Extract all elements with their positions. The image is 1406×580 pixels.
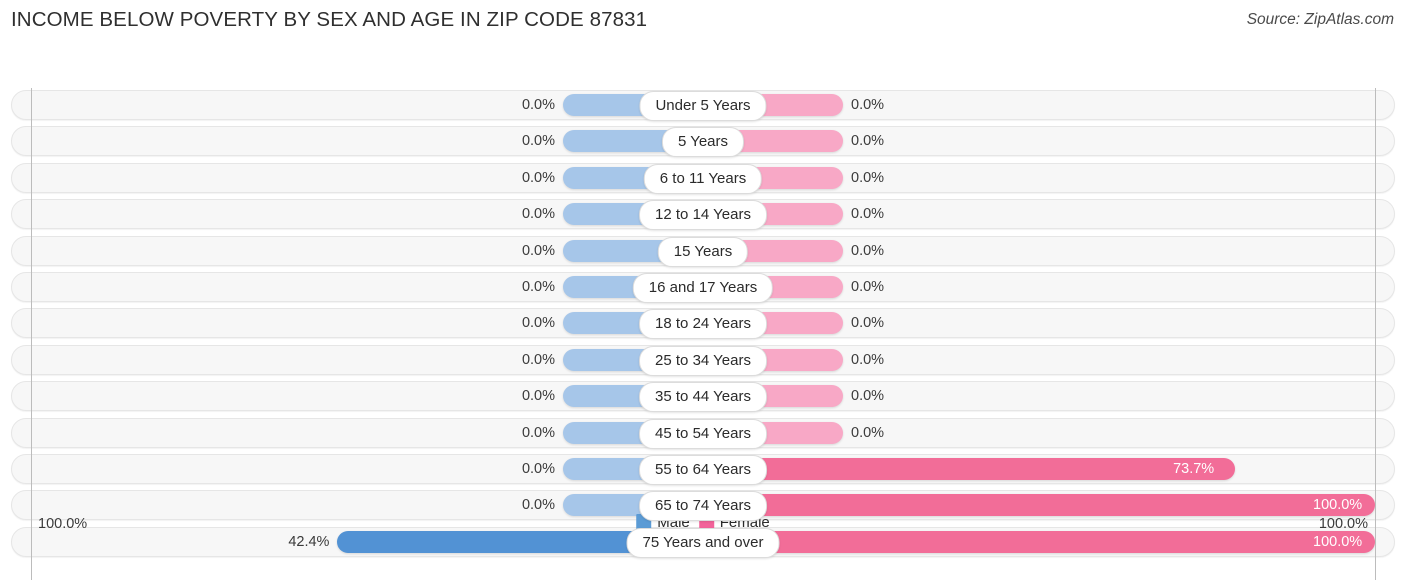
male-value-label: 0.0% (521, 351, 555, 368)
male-value-label: 0.0% (521, 424, 555, 441)
male-value-label: 0.0% (521, 133, 555, 150)
female-value-label: 73.7% (1173, 460, 1215, 477)
bar-row: 0.0% 0.0% Under 5 Years (0, 90, 1406, 121)
category-label[interactable]: 16 and 17 Years (632, 272, 774, 303)
chart-plot-area: 0.0% 0.0% Under 5 Years 0.0% 0.0% 5 Years 0.0%… (0, 40, 1406, 580)
male-value-label: 0.0% (521, 206, 555, 223)
category-label[interactable]: 45 to 54 Years (639, 418, 767, 449)
bar-row: 0.0% 0.0% 25 to 34 Years (0, 344, 1406, 376)
bar-row: 0.0% 73.7% 55 to 64 Years (0, 453, 1406, 485)
male-value-label: 0.0% (521, 460, 555, 477)
male-value-label: 0.0% (521, 388, 555, 405)
category-label[interactable]: 65 to 74 Years (639, 491, 767, 522)
male-value-label: 0.0% (521, 242, 555, 259)
category-label[interactable]: 35 to 44 Years (639, 382, 767, 413)
female-value-label: 0.0% (851, 278, 885, 295)
category-label[interactable]: 25 to 34 Years (639, 345, 767, 376)
female-bar[interactable] (703, 457, 1236, 480)
male-value-label: 0.0% (521, 278, 555, 295)
female-value-label: 0.0% (851, 169, 885, 186)
male-value-label: 0.0% (521, 97, 555, 113)
female-value-label: 0.0% (851, 133, 885, 150)
category-label[interactable]: 15 Years (657, 236, 749, 267)
female-value-label: 0.0% (851, 206, 885, 223)
axis-label-left: 100.0% (38, 516, 88, 532)
category-label[interactable]: 5 Years (661, 127, 745, 158)
bar-row: 0.0% 0.0% 12 to 14 Years (0, 199, 1406, 231)
source-attribution: Source: ZipAtlas.com (1246, 11, 1394, 28)
axis-line-right (1375, 88, 1376, 580)
female-value-label: 0.0% (851, 351, 885, 368)
female-value-label: 0.0% (851, 242, 885, 259)
category-label[interactable]: 18 to 24 Years (639, 309, 767, 340)
category-label[interactable]: 75 Years and over (626, 527, 780, 558)
axis-line-left (31, 88, 32, 580)
bar-row: 0.0% 0.0% 35 to 44 Years (0, 381, 1406, 413)
category-label[interactable]: 55 to 64 Years (639, 454, 767, 485)
male-value-label: 0.0% (521, 169, 555, 186)
bar-row: 0.0% 0.0% 5 Years (0, 126, 1406, 158)
bar-row: 0.0% 0.0% 45 to 54 Years (0, 417, 1406, 449)
female-value-label: 0.0% (851, 424, 885, 441)
category-label[interactable]: 6 to 11 Years (643, 163, 763, 194)
chart-header: INCOME BELOW POVERTY BY SEX AND AGE IN Z… (0, 0, 1406, 40)
male-value-label: 0.0% (521, 315, 555, 332)
female-value-label: 0.0% (851, 315, 885, 332)
category-label[interactable]: 12 to 14 Years (639, 200, 767, 231)
bar-row-list: 0.0% 0.0% Under 5 Years 0.0% 0.0% 5 Years 0.0%… (0, 90, 1406, 563)
female-value-label: 0.0% (851, 388, 885, 405)
axis-label-right: 100.0% (1318, 516, 1368, 532)
bar-row: 0.0% 0.0% 18 to 24 Years (0, 308, 1406, 340)
bar-row: 0.0% 0.0% 6 to 11 Years (0, 162, 1406, 194)
bar-row: 0.0% 0.0% 16 and 17 Years (0, 271, 1406, 303)
female-value-label: 0.0% (851, 97, 885, 113)
page-title: INCOME BELOW POVERTY BY SEX AND AGE IN Z… (11, 8, 648, 31)
category-label[interactable]: Under 5 Years (639, 91, 767, 121)
bar-row: 0.0% 0.0% 15 Years (0, 235, 1406, 267)
